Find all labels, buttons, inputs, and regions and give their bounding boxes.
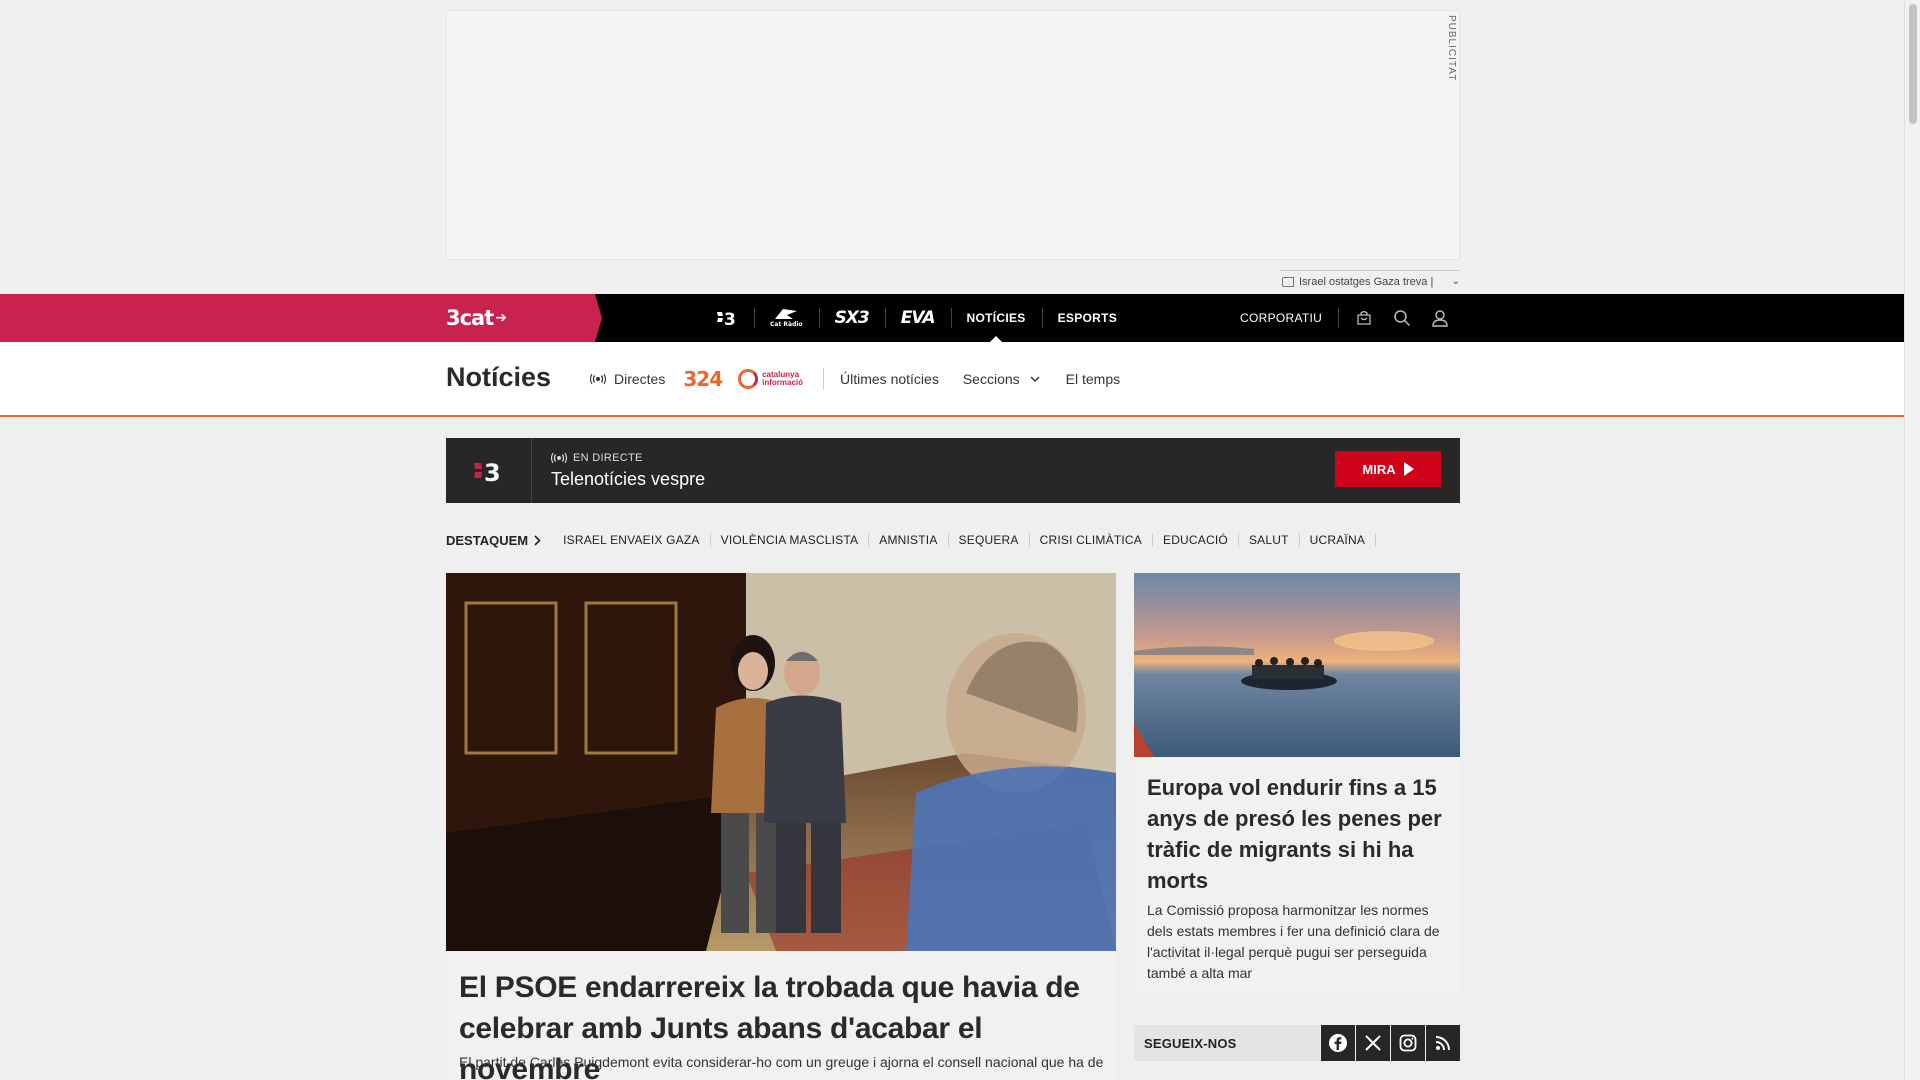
tab-noticies-label: NOTÍCIES — [966, 311, 1026, 325]
topbar-actions: CORPORATIU — [1240, 294, 1459, 342]
section-header: Notícies Directes 324 catalunya informac… — [0, 342, 1904, 417]
eva-logo-icon: EVA — [900, 308, 936, 328]
live-label-text: EN DIRECTE — [573, 452, 643, 464]
catalunya-informacio-link[interactable]: catalunya informació — [732, 369, 815, 389]
sx3-logo-icon: SX3 — [834, 308, 870, 328]
play-icon — [1403, 462, 1414, 476]
catalunya-informacio-icon — [738, 369, 759, 389]
section-nav: Directes 324 catalunya informació Últime… — [590, 364, 1144, 394]
chevron-down-icon — [1030, 376, 1040, 382]
scrollbar-thumb[interactable] — [1909, 4, 1917, 124]
tab-esports[interactable]: ESPORTS — [1041, 294, 1133, 342]
svg-text:3: 3 — [724, 310, 736, 327]
side-article-summary: La Comissió proposa harmonitzar les norm… — [1147, 902, 1440, 981]
live-label: EN DIRECTE — [551, 452, 643, 464]
seccions-label: Seccions — [962, 371, 1020, 387]
svg-text:3: 3 — [484, 459, 501, 484]
follow-us-bar: SEGUEIX-NOS — [1134, 1025, 1460, 1061]
search-icon[interactable] — [1383, 294, 1421, 342]
hot-topic-text: Israel ostatges Gaza treva | — [1299, 275, 1434, 288]
rss-icon[interactable] — [1426, 1025, 1460, 1061]
main-article-image[interactable] — [446, 573, 1116, 951]
hot-topic-ticker[interactable]: Israel ostatges Gaza treva | ⌄ — [1280, 270, 1460, 292]
topic-link[interactable]: UCRAÏNA — [1300, 533, 1377, 547]
ad-strip: PUBLICITAT Israel ostatges Gaza treva | … — [0, 0, 1904, 294]
catinfo-line2: informació — [762, 378, 804, 387]
topic-link[interactable]: VIOLÈNCIA MASCLISTA — [711, 533, 870, 547]
channel-eva-link[interactable]: EVA — [884, 294, 951, 342]
main-article-summary: El partit de Carles Puigdemont evita con… — [459, 1054, 1104, 1070]
user-icon[interactable] — [1421, 294, 1459, 342]
shop-icon[interactable] — [1345, 294, 1383, 342]
seccions-dropdown[interactable]: Seccions — [963, 371, 1066, 387]
brand-block — [0, 294, 602, 342]
instagram-icon[interactable] — [1391, 1025, 1425, 1061]
logo-324-icon: 324 — [683, 367, 723, 391]
channel-324-link[interactable]: 324 — [673, 367, 732, 391]
live-channel-logo: 3 — [446, 438, 532, 503]
logo-324-text: 324 — [683, 367, 723, 391]
live-programme-title[interactable]: Telenotícies vespre — [551, 469, 705, 490]
watch-live-button[interactable]: MIRA — [1335, 451, 1441, 487]
tag-icon — [1282, 276, 1294, 287]
live-broadcast-icon — [590, 373, 606, 385]
logo-3cat[interactable]: 3cat ➔ — [446, 306, 507, 330]
nav-divider — [823, 368, 825, 390]
tab-esports-label: ESPORTS — [1057, 311, 1118, 325]
directes-link[interactable]: Directes — [590, 371, 673, 387]
side-article-image[interactable] — [1134, 573, 1460, 757]
channel-tv3-link[interactable]: 3 — [700, 294, 754, 342]
topic-link[interactable]: ISRAEL ENVAEIX GAZA — [553, 533, 711, 547]
facebook-icon[interactable] — [1321, 1025, 1355, 1061]
channel-nav: 3 Cat Ràdio SX3 EVA NOTÍCIES ESPORTS — [700, 294, 1133, 342]
topic-link[interactable]: EDUCACIÓ — [1153, 533, 1239, 547]
tab-noticies[interactable]: NOTÍCIES — [950, 294, 1042, 342]
directes-label: Directes — [614, 371, 666, 387]
chevron-down-icon[interactable]: ⌄ — [1452, 276, 1460, 287]
live-banner[interactable]: 3 EN DIRECTE Telenotícies vespre MIRA — [446, 438, 1460, 503]
logo-3cat-text: 3cat — [446, 306, 494, 330]
tv3-logo-icon: 3 — [716, 309, 738, 327]
main-article-card[interactable]: El PSOE endarrereix la trobada que havia… — [446, 573, 1116, 1080]
featured-topics-bar: DESTAQUEM ISRAEL ENVAEIX GAZA VIOLÈNCIA … — [446, 530, 1377, 550]
topic-link[interactable]: AMNISTIA — [869, 533, 949, 547]
side-article-title[interactable]: Europa vol endurir fins a 15 anys de pre… — [1147, 772, 1447, 896]
page-title[interactable]: Notícies — [446, 362, 551, 393]
live-broadcast-icon — [551, 452, 567, 464]
channel-sx3-link[interactable]: SX3 — [818, 294, 885, 342]
arrow-icon: ➔ — [495, 310, 507, 326]
destaquem-heading[interactable]: DESTAQUEM — [446, 533, 553, 548]
scrollbar[interactable] — [1904, 0, 1920, 1080]
chevron-right-icon — [534, 534, 541, 546]
x-icon[interactable] — [1356, 1025, 1390, 1061]
top-navigation-bar: 3cat ➔ 3 Cat Ràdio SX3 EVA NOTÍCIES ESPO… — [0, 294, 1904, 342]
topic-link[interactable]: CRISI CLIMÀTICA — [1030, 533, 1153, 547]
follow-us-label: SEGUEIX-NOS — [1134, 1025, 1320, 1061]
el-temps-link[interactable]: El temps — [1066, 371, 1144, 387]
side-article-card[interactable]: Europa vol endurir fins a 15 anys de pre… — [1134, 573, 1460, 998]
tv3-logo-icon: 3 — [473, 459, 501, 484]
catradio-logo-icon: Cat Ràdio — [770, 307, 803, 329]
ad-placeholder[interactable]: PUBLICITAT — [446, 10, 1460, 260]
ad-label: PUBLICITAT — [1446, 15, 1457, 82]
channel-catradio-link[interactable]: Cat Ràdio — [754, 294, 819, 342]
watch-live-label: MIRA — [1362, 461, 1396, 477]
ultimes-noticies-link[interactable]: Últimes notícies — [840, 371, 963, 387]
corporatiu-link[interactable]: CORPORATIU — [1240, 308, 1340, 328]
topic-link[interactable]: SEQUERA — [949, 533, 1030, 547]
destaquem-label: DESTAQUEM — [446, 532, 529, 548]
topic-link[interactable]: SALUT — [1239, 533, 1300, 547]
